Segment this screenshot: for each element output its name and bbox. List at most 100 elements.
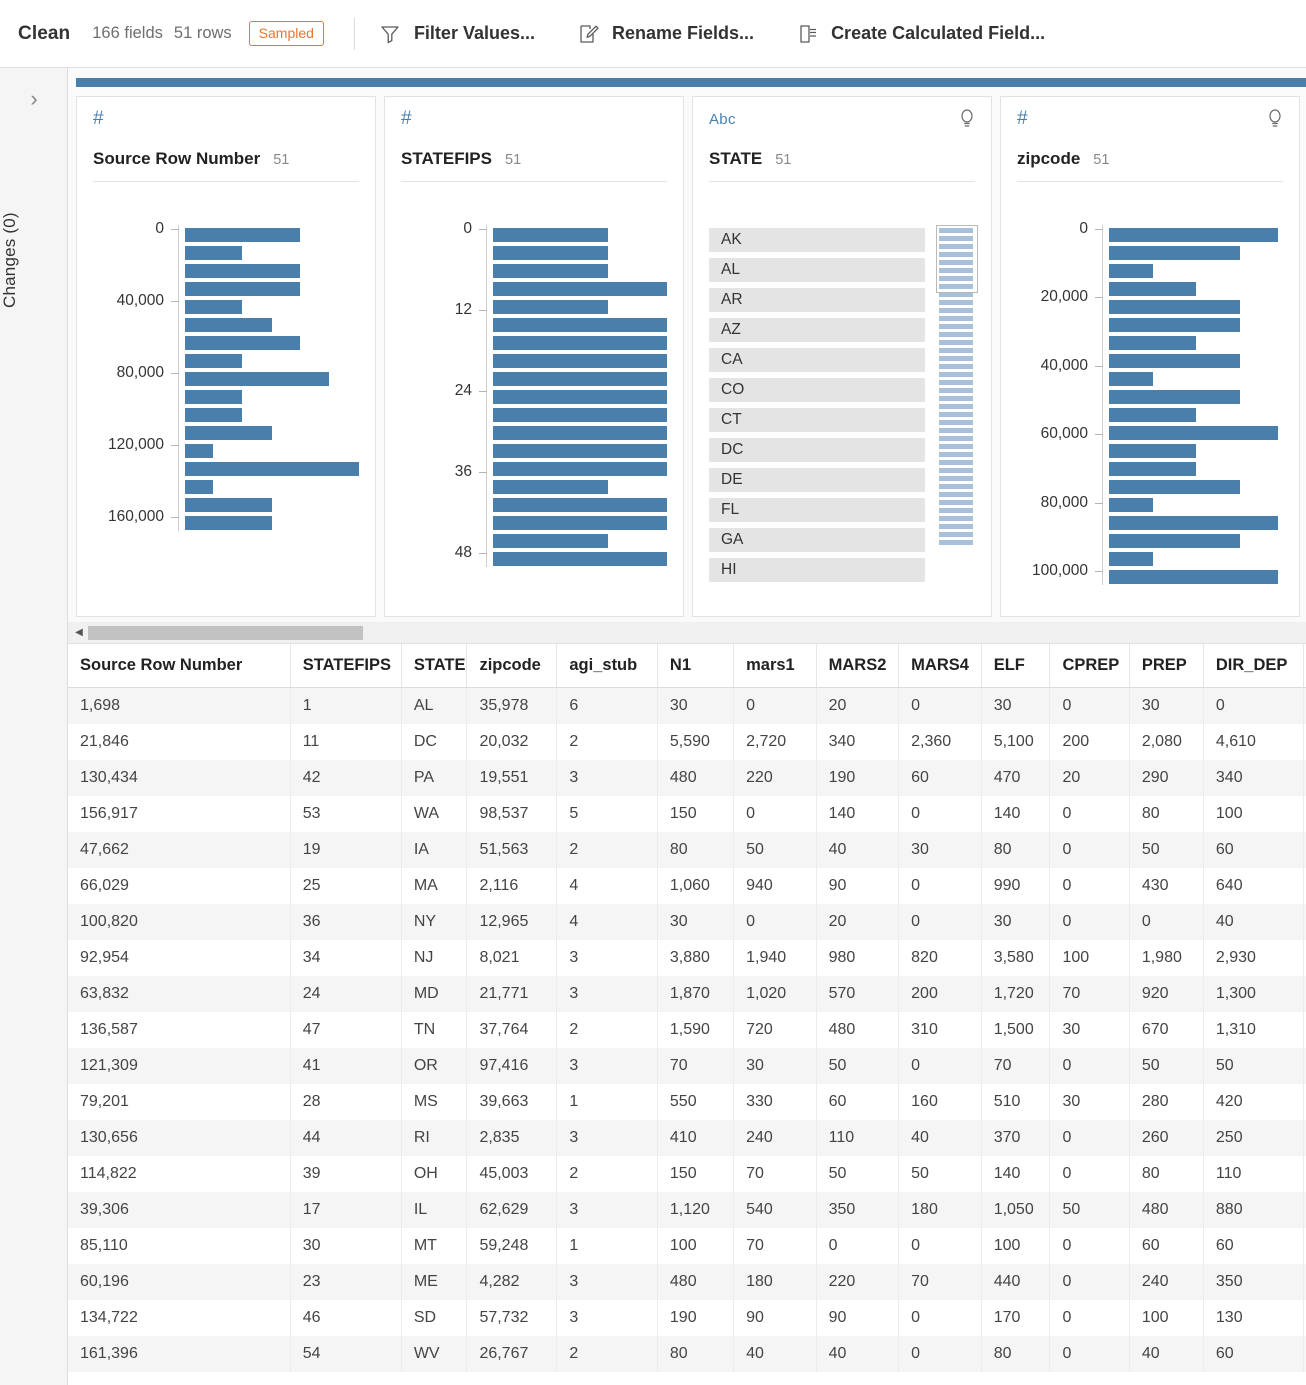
- histogram-bar[interactable]: [493, 318, 667, 332]
- table-cell[interactable]: 0: [899, 688, 982, 725]
- table-cell[interactable]: 30: [981, 688, 1050, 725]
- table-cell[interactable]: 40: [816, 1336, 899, 1372]
- histogram-bar[interactable]: [185, 300, 242, 314]
- table-cell[interactable]: 36: [290, 904, 401, 940]
- table-cell[interactable]: 0: [734, 904, 817, 940]
- table-cell[interactable]: 50: [1129, 1048, 1203, 1084]
- scroll-viewport-thumb[interactable]: [936, 225, 978, 293]
- table-cell[interactable]: 1,120: [657, 1192, 733, 1228]
- table-cell[interactable]: 670: [1129, 1012, 1203, 1048]
- table-cell[interactable]: 59,248: [467, 1228, 557, 1264]
- table-cell[interactable]: 440: [981, 1264, 1050, 1300]
- rename-fields-button[interactable]: Rename Fields...: [577, 23, 754, 45]
- table-cell[interactable]: 80: [657, 1336, 733, 1372]
- table-cell[interactable]: 40: [899, 1120, 982, 1156]
- table-cell[interactable]: 2: [557, 724, 658, 760]
- table-cell[interactable]: 2,720: [734, 724, 817, 760]
- histogram-bar[interactable]: [1109, 228, 1278, 242]
- table-cell[interactable]: 1: [557, 1228, 658, 1264]
- histogram-bar[interactable]: [493, 264, 608, 278]
- category-value-row[interactable]: CO: [709, 378, 925, 402]
- table-cell[interactable]: ME: [401, 1264, 467, 1300]
- table-cell[interactable]: 39: [290, 1156, 401, 1192]
- table-cell[interactable]: 480: [657, 760, 733, 796]
- table-cell[interactable]: 0: [1050, 1156, 1129, 1192]
- histogram-bar[interactable]: [493, 552, 667, 566]
- table-row[interactable]: 60,19623ME4,28234801802207044002403500: [68, 1264, 1306, 1300]
- histogram-bar[interactable]: [185, 282, 300, 296]
- table-cell[interactable]: 53: [290, 796, 401, 832]
- table-cell[interactable]: 2,116: [467, 868, 557, 904]
- column-header[interactable]: zipcode: [467, 644, 557, 688]
- table-cell[interactable]: 3,580: [981, 940, 1050, 976]
- table-cell[interactable]: 0: [734, 796, 817, 832]
- category-value-row[interactable]: DC: [709, 438, 925, 462]
- table-cell[interactable]: 62,629: [467, 1192, 557, 1228]
- table-cell[interactable]: OH: [401, 1156, 467, 1192]
- table-cell[interactable]: 1,020: [734, 976, 817, 1012]
- table-cell[interactable]: 121,309: [68, 1048, 290, 1084]
- table-cell[interactable]: MS: [401, 1084, 467, 1120]
- table-cell[interactable]: 60: [1129, 1228, 1203, 1264]
- histogram-bar[interactable]: [493, 408, 667, 422]
- table-cell[interactable]: 70: [734, 1156, 817, 1192]
- table-cell[interactable]: 3: [557, 976, 658, 1012]
- table-cell[interactable]: 240: [734, 1120, 817, 1156]
- histogram-bar[interactable]: [1109, 408, 1196, 422]
- table-cell[interactable]: 40: [816, 832, 899, 868]
- abc-type-icon[interactable]: Abc: [709, 109, 736, 127]
- table-cell[interactable]: 940: [734, 868, 817, 904]
- changes-panel-label[interactable]: Changes (0): [0, 180, 68, 340]
- histogram-bar[interactable]: [1109, 372, 1153, 386]
- table-row[interactable]: 121,30941OR97,4163703050070050500: [68, 1048, 1306, 1084]
- table-row[interactable]: 92,95434NJ8,02133,8801,9409808203,580100…: [68, 940, 1306, 976]
- table-cell[interactable]: 3: [557, 760, 658, 796]
- histogram-bar[interactable]: [185, 498, 272, 512]
- histogram-bar[interactable]: [185, 264, 300, 278]
- table-cell[interactable]: 0: [1050, 1300, 1129, 1336]
- histogram-bar[interactable]: [1109, 444, 1196, 458]
- table-cell[interactable]: 720: [734, 1012, 817, 1048]
- histogram-bar[interactable]: [493, 444, 667, 458]
- table-cell[interactable]: 25: [290, 868, 401, 904]
- table-cell[interactable]: 19,551: [467, 760, 557, 796]
- table-cell[interactable]: 1,590: [657, 1012, 733, 1048]
- table-cell[interactable]: 0: [899, 1048, 982, 1084]
- column-header[interactable]: DIR_DEP: [1203, 644, 1304, 688]
- category-value-row[interactable]: HI: [709, 558, 925, 582]
- table-cell[interactable]: 5: [557, 796, 658, 832]
- table-cell[interactable]: 880: [1203, 1192, 1304, 1228]
- category-value-row[interactable]: AZ: [709, 318, 925, 342]
- table-cell[interactable]: IA: [401, 832, 467, 868]
- table-cell[interactable]: 0: [899, 1300, 982, 1336]
- table-cell[interactable]: 0: [1050, 796, 1129, 832]
- create-calculated-field-button[interactable]: Create Calculated Field...: [796, 23, 1045, 45]
- table-cell[interactable]: 90: [734, 1300, 817, 1336]
- table-cell[interactable]: 330: [734, 1084, 817, 1120]
- table-cell[interactable]: 0: [899, 1336, 982, 1372]
- table-cell[interactable]: 0: [734, 688, 817, 725]
- table-cell[interactable]: 20,032: [467, 724, 557, 760]
- column-header[interactable]: agi_stub: [557, 644, 658, 688]
- histogram-bar[interactable]: [493, 246, 608, 260]
- number-type-icon[interactable]: #: [401, 109, 412, 128]
- table-cell[interactable]: 45,003: [467, 1156, 557, 1192]
- histogram-bar[interactable]: [185, 336, 300, 350]
- chevron-right-icon[interactable]: ›: [0, 88, 68, 110]
- histogram-bar[interactable]: [493, 300, 608, 314]
- table-cell[interactable]: 170: [981, 1300, 1050, 1336]
- table-cell[interactable]: 250: [1203, 1120, 1304, 1156]
- table-cell[interactable]: 2: [557, 832, 658, 868]
- table-cell[interactable]: 79,201: [68, 1084, 290, 1120]
- table-cell[interactable]: 410: [657, 1120, 733, 1156]
- histogram-bar[interactable]: [1109, 300, 1240, 314]
- histogram-bar[interactable]: [185, 390, 242, 404]
- category-value-row[interactable]: FL: [709, 498, 925, 522]
- table-cell[interactable]: 40: [1203, 904, 1304, 940]
- table-cell[interactable]: 50: [816, 1156, 899, 1192]
- table-cell[interactable]: 136,587: [68, 1012, 290, 1048]
- table-cell[interactable]: 480: [1129, 1192, 1203, 1228]
- histogram-bar[interactable]: [493, 534, 608, 548]
- table-cell[interactable]: 110: [816, 1120, 899, 1156]
- table-cell[interactable]: 2: [557, 1012, 658, 1048]
